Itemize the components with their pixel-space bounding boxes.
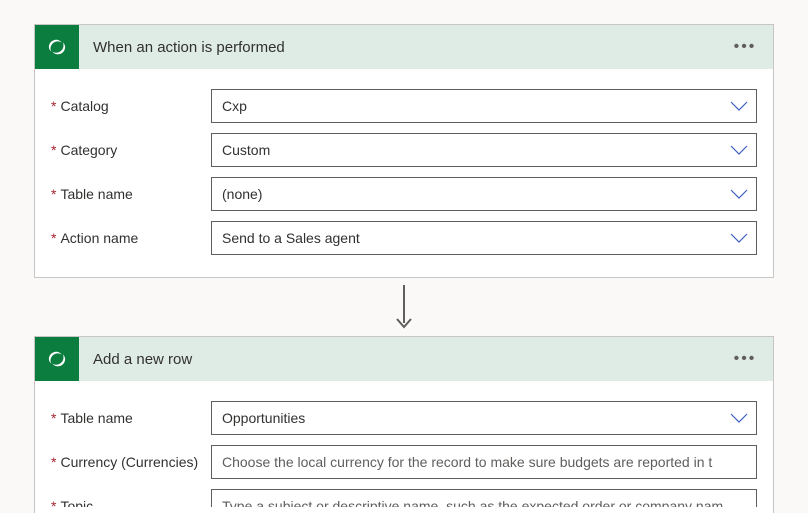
required-mark: * xyxy=(51,186,56,202)
row2-currency-input[interactable]: Choose the local currency for the record… xyxy=(211,445,757,479)
catalog-row: * Catalog Cxp xyxy=(51,89,757,123)
tablename-label-text: Table name xyxy=(60,186,132,202)
action-card-more-button[interactable]: ••• xyxy=(731,345,759,373)
chevron-down-icon xyxy=(730,188,748,200)
category-select[interactable]: Custom xyxy=(211,133,757,167)
row2-tablename-select[interactable]: Opportunities xyxy=(211,401,757,435)
tablename-select[interactable]: (none) xyxy=(211,177,757,211)
row2-topic-label: * Topic xyxy=(51,498,211,507)
trigger-card: When an action is performed ••• * Catalo… xyxy=(34,24,774,278)
tablename-value: (none) xyxy=(222,186,262,202)
row2-topic-placeholder: Type a subject or descriptive name, such… xyxy=(222,498,723,507)
chevron-down-icon xyxy=(730,100,748,112)
catalog-select[interactable]: Cxp xyxy=(211,89,757,123)
actionname-select[interactable]: Send to a Sales agent xyxy=(211,221,757,255)
category-row: * Category Custom xyxy=(51,133,757,167)
category-value: Custom xyxy=(222,142,270,158)
actionname-label-text: Action name xyxy=(60,230,138,246)
catalog-value: Cxp xyxy=(222,98,247,114)
catalog-label: * Catalog xyxy=(51,98,211,114)
chevron-down-icon xyxy=(730,232,748,244)
row2-tablename-value: Opportunities xyxy=(222,410,305,426)
row2-tablename: * Table name Opportunities xyxy=(51,401,757,435)
category-label-text: Category xyxy=(60,142,117,158)
row2-currency: * Currency (Currencies) Choose the local… xyxy=(51,445,757,479)
required-mark: * xyxy=(51,142,56,158)
actionname-value: Send to a Sales agent xyxy=(222,230,360,246)
required-mark: * xyxy=(51,230,56,246)
trigger-card-header[interactable]: When an action is performed ••• xyxy=(35,25,773,69)
ellipsis-icon: ••• xyxy=(734,351,757,367)
trigger-card-body: * Catalog Cxp * Category xyxy=(35,69,773,277)
dataverse-icon xyxy=(35,337,79,381)
dataverse-icon xyxy=(35,25,79,69)
tablename-row: * Table name (none) xyxy=(51,177,757,211)
trigger-card-more-button[interactable]: ••• xyxy=(731,33,759,61)
arrow-down-icon xyxy=(393,283,415,331)
row2-topic-label-text: Topic xyxy=(60,498,93,507)
action-card-header[interactable]: Add a new row ••• xyxy=(35,337,773,381)
required-mark: * xyxy=(51,98,56,114)
row2-tablename-label-text: Table name xyxy=(60,410,132,426)
row2-currency-label: * Currency (Currencies) xyxy=(51,454,211,470)
flow-connector xyxy=(34,278,774,336)
trigger-card-title: When an action is performed xyxy=(79,39,731,56)
actionname-label: * Action name xyxy=(51,230,211,246)
row2-tablename-label: * Table name xyxy=(51,410,211,426)
catalog-label-text: Catalog xyxy=(60,98,108,114)
action-card: Add a new row ••• * Table name Opportuni… xyxy=(34,336,774,513)
row2-topic-input[interactable]: Type a subject or descriptive name, such… xyxy=(211,489,757,507)
ellipsis-icon: ••• xyxy=(734,39,757,55)
action-card-title: Add a new row xyxy=(79,351,731,368)
row2-currency-label-text: Currency (Currencies) xyxy=(60,454,198,470)
required-mark: * xyxy=(51,410,56,426)
required-mark: * xyxy=(51,454,56,470)
chevron-down-icon xyxy=(730,412,748,424)
row2-topic: * Topic Type a subject or descriptive na… xyxy=(51,489,757,507)
required-mark: * xyxy=(51,498,56,507)
action-card-body: * Table name Opportunities * Currency (C… xyxy=(35,381,773,513)
actionname-row: * Action name Send to a Sales agent xyxy=(51,221,757,255)
tablename-label: * Table name xyxy=(51,186,211,202)
category-label: * Category xyxy=(51,142,211,158)
row2-currency-placeholder: Choose the local currency for the record… xyxy=(222,454,712,470)
chevron-down-icon xyxy=(730,144,748,156)
